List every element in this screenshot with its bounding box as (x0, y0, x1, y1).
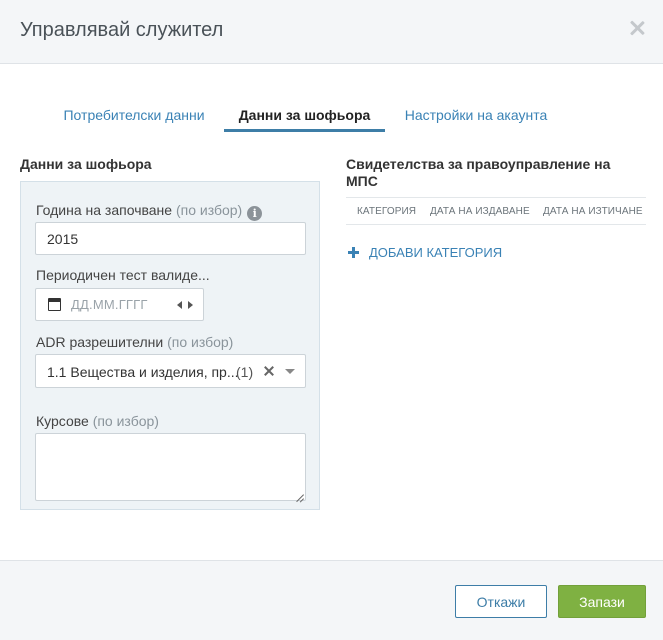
courses-textarea[interactable] (35, 433, 306, 501)
adr-label-text: ADR разрешителни (36, 334, 164, 350)
adr-select[interactable]: 1.1 Вещества и изделия, пр... (1) (35, 354, 306, 388)
active-tab-indicator (224, 129, 385, 132)
start-year-label-text: Година на започване (36, 202, 173, 218)
clear-icon[interactable] (263, 365, 275, 377)
resize-handle-icon[interactable] (294, 489, 304, 499)
licence-table-header: КАТЕГОРИЯ ДАТА НА ИЗДАВАНЕ ДАТА НА ИЗТИЧ… (346, 197, 646, 225)
periodic-test-label: Периодичен тест валиде... (36, 267, 210, 283)
chevron-down-icon[interactable] (285, 369, 295, 374)
adr-optional: (по избор) (167, 334, 234, 350)
close-icon[interactable] (627, 18, 647, 38)
courses-label-text: Курсове (36, 413, 89, 429)
save-button[interactable]: Запази (558, 585, 646, 618)
courses-label: Курсове (по избор) (36, 413, 159, 429)
date-placeholder: ДД.ММ.ГГГГ (71, 297, 148, 312)
column-header-issue-date[interactable]: ДАТА НА ИЗДАВАНЕ (430, 206, 530, 217)
licences-section-title: Свидетелства за правоуправление на МПС (346, 156, 611, 189)
start-year-input[interactable] (35, 222, 306, 255)
tab-driver-data[interactable]: Данни за шофьора (224, 98, 385, 132)
tab-account-settings[interactable]: Настройки на акаунта (399, 98, 553, 132)
calendar-icon[interactable] (48, 298, 61, 311)
cancel-button[interactable]: Откажи (455, 585, 547, 618)
plus-icon (348, 247, 359, 258)
tab-bar: Потребителски данни Данни за шофьора Нас… (0, 98, 663, 132)
add-category-label: ДОБАВИ КАТЕГОРИЯ (369, 245, 503, 260)
modal-title: Управлявай служител (20, 19, 224, 41)
courses-optional: (по избор) (92, 413, 159, 429)
driver-section-title: Данни за шофьора (20, 156, 152, 172)
info-icon[interactable]: i (247, 206, 263, 221)
tab-user-data[interactable]: Потребителски данни (58, 98, 210, 132)
column-header-expiry-date[interactable]: ДАТА НА ИЗТИЧАНЕ (543, 206, 643, 217)
start-year-label: Година на започване (по избор) i (36, 202, 263, 221)
manage-employee-modal: Управлявай служител Потребителски данни … (0, 0, 663, 640)
adr-label: ADR разрешителни (по избор) (36, 334, 233, 350)
adr-selected-count: (1) (236, 364, 254, 380)
periodic-test-date-input[interactable]: ДД.ММ.ГГГГ (35, 288, 204, 321)
column-header-category[interactable]: КАТЕГОРИЯ (357, 206, 416, 217)
driver-data-panel: Година на започване (по избор) i Периодич… (20, 181, 320, 510)
start-year-optional: (по избор) (175, 202, 243, 218)
adr-selected-value: 1.1 Вещества и изделия, пр... (47, 364, 239, 380)
date-arrows-icon[interactable] (177, 300, 193, 310)
modal-header: Управлявай служител (0, 0, 663, 64)
modal-footer: Откажи Запази (0, 560, 663, 640)
